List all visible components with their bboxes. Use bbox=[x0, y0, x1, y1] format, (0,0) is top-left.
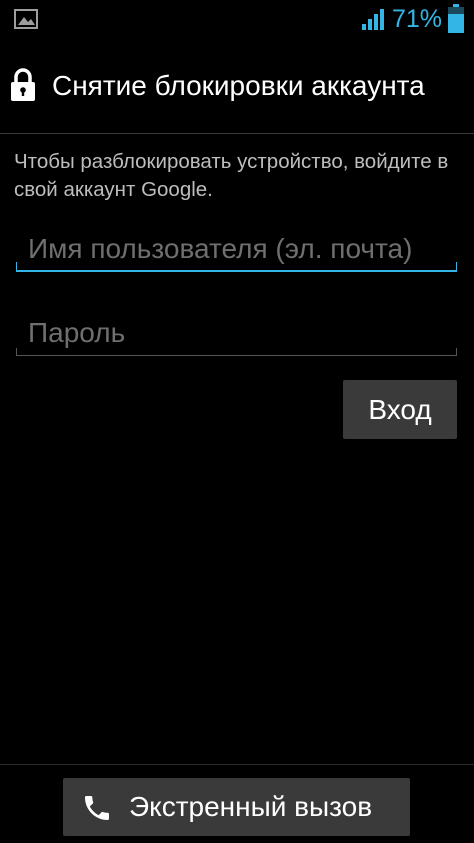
password-field[interactable] bbox=[16, 311, 457, 355]
signal-icon bbox=[362, 9, 384, 30]
battery-icon bbox=[448, 4, 464, 33]
underline-tick-left bbox=[16, 262, 17, 270]
username-field[interactable] bbox=[16, 227, 457, 271]
bottom-divider bbox=[0, 764, 474, 765]
phone-icon bbox=[85, 796, 109, 820]
instructions-text: Чтобы разблокировать устройство, войдите… bbox=[14, 150, 449, 201]
picture-icon bbox=[14, 9, 38, 29]
title-divider bbox=[0, 133, 474, 134]
battery-percent: 71% bbox=[392, 5, 443, 33]
lock-icon bbox=[11, 68, 35, 101]
page-title: Снятие блокировки аккаунта bbox=[52, 70, 425, 101]
underline-tick-right bbox=[456, 348, 457, 355]
title-bar: Снятие блокировки аккаунта bbox=[0, 56, 474, 118]
status-bar: 71% bbox=[0, 0, 474, 38]
underline-tick-left bbox=[16, 348, 17, 355]
emergency-call-label: Экстренный вызов bbox=[129, 791, 373, 822]
emergency-call-button[interactable]: Экстренный вызов bbox=[63, 778, 410, 836]
underline-tick-right bbox=[456, 262, 457, 270]
unlock-screen: 71% Снятие блокировки аккаунта Чтобы раз… bbox=[0, 0, 474, 843]
username-underline bbox=[16, 262, 457, 272]
password-underline bbox=[16, 348, 457, 356]
login-button[interactable]: Вход bbox=[343, 380, 457, 439]
